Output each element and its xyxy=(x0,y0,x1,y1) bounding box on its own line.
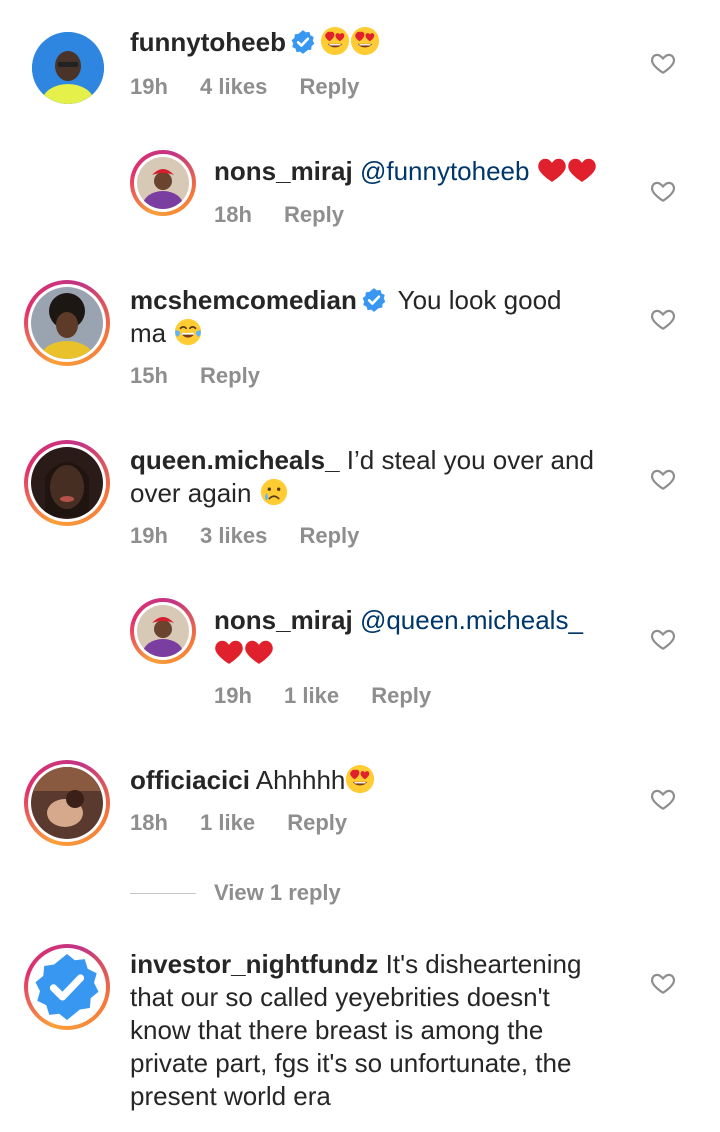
avatar[interactable] xyxy=(130,150,196,216)
comment-text: You look good xyxy=(397,285,562,315)
comment-text: private part, fgs it's so unfortunate, t… xyxy=(130,1048,572,1078)
red-heart-emoji-icon xyxy=(567,155,597,185)
comment-username[interactable]: officiacici xyxy=(130,765,250,795)
comment-text: I’d steal you over and xyxy=(346,445,594,475)
comment-text: know that there breast is among the xyxy=(130,1015,544,1045)
comment-username[interactable]: funnytoheeb xyxy=(130,27,286,57)
comment-text: It's disheartening xyxy=(385,949,582,979)
red-heart-emoji-icon xyxy=(244,637,274,667)
comment-text: over again xyxy=(130,478,252,508)
comment-time: 15h xyxy=(130,363,168,388)
reply-button[interactable]: Reply xyxy=(287,810,347,835)
crying-emoji-icon xyxy=(259,477,289,507)
comment-time: 18h xyxy=(214,202,252,227)
comment-text: present world era xyxy=(130,1081,331,1111)
comment-text: ma xyxy=(130,318,167,348)
avatar[interactable] xyxy=(24,440,110,526)
reply-button[interactable]: Reply xyxy=(284,202,344,227)
heart-eyes-emoji-icon xyxy=(350,26,380,56)
verified-badge-icon xyxy=(361,287,387,313)
avatar[interactable] xyxy=(24,944,110,1030)
like-heart-icon[interactable] xyxy=(650,50,676,76)
like-heart-icon[interactable] xyxy=(650,786,676,812)
mention-link[interactable]: @funnytoheeb xyxy=(360,156,530,186)
divider-line xyxy=(130,892,196,894)
laughing-tears-emoji-icon xyxy=(173,317,203,347)
like-heart-icon[interactable] xyxy=(650,306,676,332)
comment-likes[interactable]: 1 like xyxy=(284,683,339,708)
avatar[interactable] xyxy=(24,280,110,366)
like-heart-icon[interactable] xyxy=(650,466,676,492)
avatar[interactable] xyxy=(24,760,110,846)
reply-button[interactable]: Reply xyxy=(299,523,359,548)
comment-time: 19h xyxy=(130,523,168,548)
like-heart-icon[interactable] xyxy=(650,626,676,652)
comment-time: 19h xyxy=(130,74,168,99)
comment-username[interactable]: nons_miraj xyxy=(214,156,353,186)
like-heart-icon[interactable] xyxy=(650,178,676,204)
comment-likes[interactable]: 4 likes xyxy=(200,74,267,99)
like-heart-icon[interactable] xyxy=(650,970,676,996)
reply-button[interactable]: Reply xyxy=(299,74,359,99)
comment-text: that our so called yeyebrities doesn't xyxy=(130,982,550,1012)
verified-badge-icon xyxy=(290,29,316,55)
comment-likes[interactable]: 3 likes xyxy=(200,523,267,548)
view-replies-label: View 1 reply xyxy=(214,880,341,905)
comment-username[interactable]: nons_miraj xyxy=(214,605,353,635)
comment-text: Ahhhhh xyxy=(255,765,346,795)
reply-button[interactable]: Reply xyxy=(371,683,431,708)
heart-eyes-emoji-icon xyxy=(345,764,375,794)
comment-time: 18h xyxy=(130,810,168,835)
red-heart-emoji-icon xyxy=(214,637,244,667)
avatar[interactable] xyxy=(130,598,196,664)
comment-username[interactable]: queen.micheals_ xyxy=(130,445,340,475)
red-heart-emoji-icon xyxy=(537,155,567,185)
heart-eyes-emoji-icon xyxy=(320,26,350,56)
comment-username[interactable]: investor_nightfundz xyxy=(130,949,378,979)
view-replies-button[interactable]: View 1 reply xyxy=(130,880,341,906)
comment-username[interactable]: mcshemcomedian xyxy=(130,285,357,315)
comment-likes[interactable]: 1 like xyxy=(200,810,255,835)
reply-button[interactable]: Reply xyxy=(200,363,260,388)
mention-link[interactable]: @queen.micheals_ xyxy=(360,605,583,635)
avatar[interactable] xyxy=(32,32,104,104)
comment-time: 19h xyxy=(214,683,252,708)
